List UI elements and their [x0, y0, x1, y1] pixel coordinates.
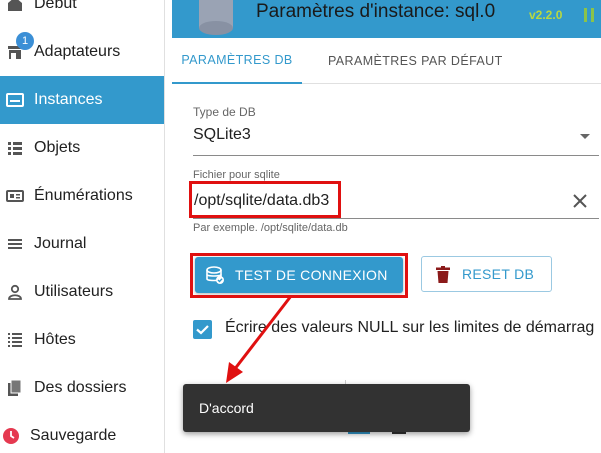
- sidebar-item-label: Objets: [34, 139, 81, 156]
- sidebar-item-label: Énumérations: [34, 187, 133, 204]
- backup-icon: [0, 425, 22, 447]
- version-label: v2.2.0: [529, 8, 563, 22]
- write-nulls-label: Écrire des valeurs NULL sur les limites …: [225, 319, 595, 336]
- instance-header: Paramètres d'instance: sql.0 v2.2.0: [172, 0, 601, 38]
- write-nulls-checkbox[interactable]: [193, 320, 212, 339]
- file-field-label: Fichier pour sqlite: [193, 169, 280, 181]
- sidebar-item-label: Instances: [34, 91, 103, 108]
- reset-db-button[interactable]: RESET DB: [421, 256, 552, 292]
- sidebar-item-home[interactable]: Début: [0, 0, 164, 28]
- sidebar-item-users[interactable]: Utilisateurs: [0, 268, 164, 316]
- sidebar-item-backup[interactable]: Sauvegarde: [0, 412, 164, 453]
- file-helper-text: Par exemple. /opt/sqlite/data.db: [193, 222, 348, 234]
- input-underline: [193, 218, 599, 219]
- menu-icon: [4, 233, 26, 255]
- sidebar-item-objects[interactable]: Objets: [0, 124, 164, 172]
- instances-icon: [4, 89, 26, 111]
- highlight-file-input: [189, 181, 341, 218]
- enum-icon: [4, 185, 26, 207]
- sidebar-item-label: Sauvegarde: [30, 427, 117, 444]
- tab-db-settings[interactable]: PARAMÈTRES DB: [172, 38, 302, 84]
- checkmark-icon: [196, 325, 209, 335]
- reset-db-label: RESET DB: [462, 266, 535, 282]
- trash-icon: [436, 265, 450, 283]
- close-icon[interactable]: [570, 191, 590, 211]
- sidebar-item-label: Journal: [34, 235, 87, 252]
- person-icon: [4, 281, 26, 303]
- hosts-icon: [4, 329, 26, 351]
- sidebar-item-label: Des dossiers: [34, 379, 127, 396]
- sidebar-item-folders[interactable]: Des dossiers: [0, 364, 164, 412]
- snackbar: D'accord: [183, 384, 470, 432]
- list-icon: [4, 137, 26, 159]
- update-count-badge: 1: [16, 32, 34, 50]
- snackbar-message: D'accord: [199, 400, 254, 416]
- db-type-label: Type de DB: [193, 105, 256, 119]
- page-title: Paramètres d'instance: sql.0: [256, 1, 496, 22]
- settings-tabs: PARAMÈTRES DB PARAMÈTRES PAR DÉFAUT: [172, 38, 601, 84]
- sidebar-item-adapters[interactable]: 1 Adaptateurs: [0, 28, 164, 76]
- sidebar-item-instances[interactable]: Instances: [0, 76, 164, 124]
- tab-default-settings[interactable]: PARAMÈTRES PAR DÉFAUT: [328, 38, 503, 84]
- select-underline: [193, 155, 599, 156]
- sidebar-item-label: Utilisateurs: [34, 283, 114, 300]
- sidebar-item-label: Début: [34, 0, 77, 12]
- pause-icon[interactable]: [584, 8, 596, 22]
- home-icon: [4, 0, 26, 15]
- highlight-test-button: [190, 253, 408, 298]
- sidebar-item-label: Adaptateurs: [34, 43, 121, 60]
- db-type-select[interactable]: SQLite3: [193, 126, 251, 144]
- sidebar-item-label: Hôtes: [34, 331, 76, 348]
- sidebar: Début 1 Adaptateurs Instances Objets Énu…: [0, 0, 165, 453]
- files-icon: [4, 377, 26, 399]
- chevron-down-icon[interactable]: [580, 134, 590, 139]
- sidebar-item-enumerations[interactable]: Énumérations: [0, 172, 164, 220]
- sidebar-item-log[interactable]: Journal: [0, 220, 164, 268]
- database-icon: [199, 0, 233, 35]
- sidebar-item-hosts[interactable]: Hôtes: [0, 316, 164, 364]
